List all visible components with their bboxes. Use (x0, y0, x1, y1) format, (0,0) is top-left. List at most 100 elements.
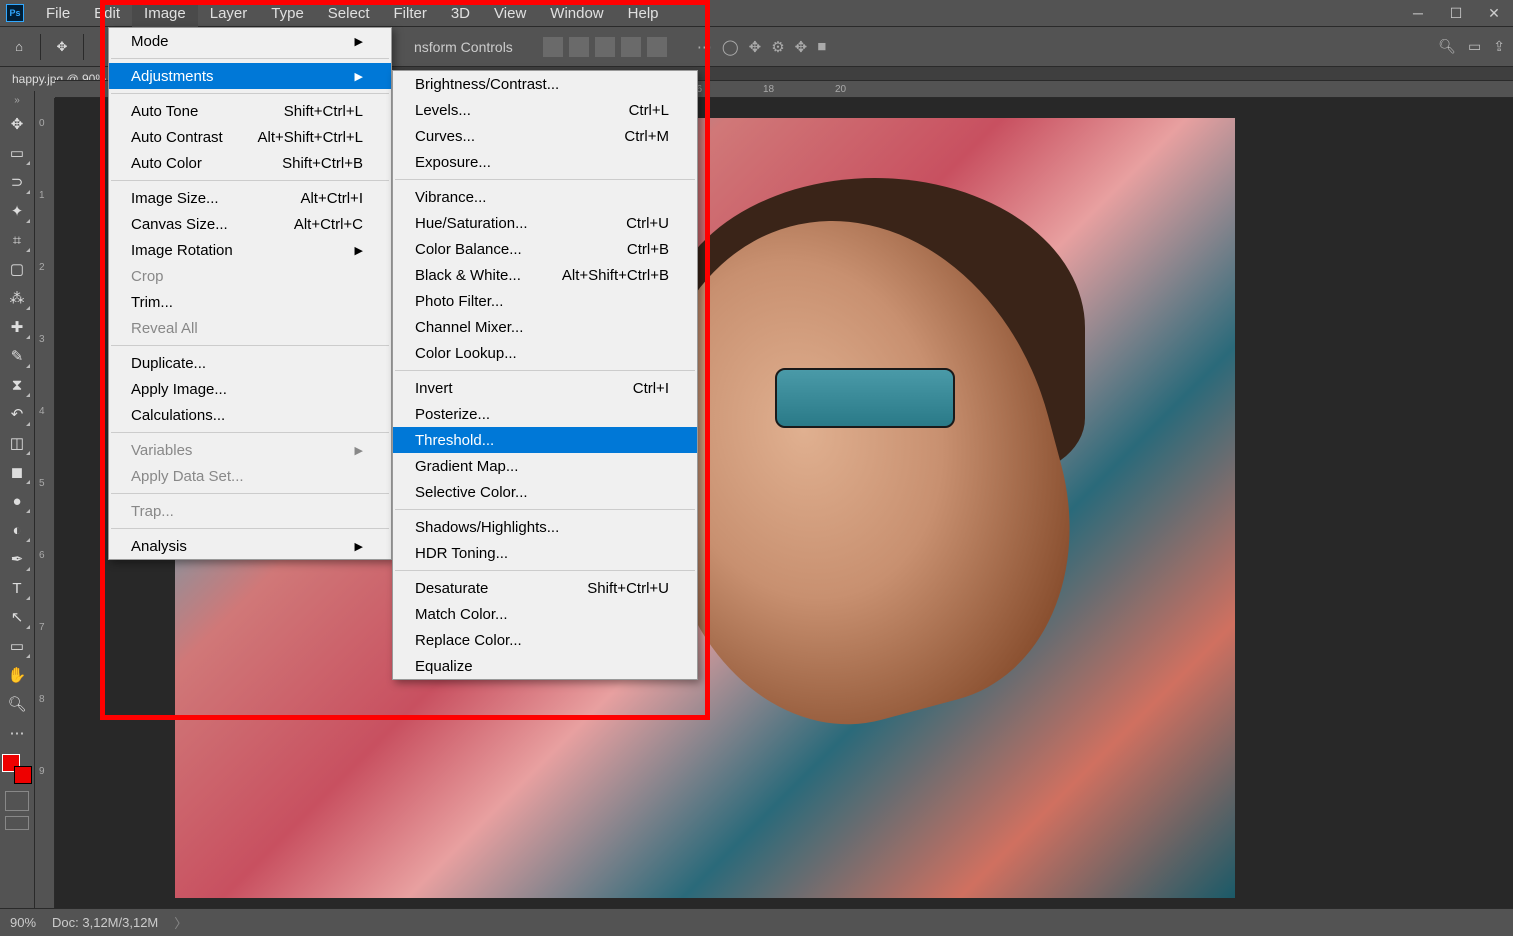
menu-help[interactable]: Help (616, 0, 671, 27)
option-icon[interactable]: ⋯ (697, 38, 712, 56)
option-icon[interactable]: ✥ (749, 38, 762, 56)
image-menu-apply-image[interactable]: Apply Image... (109, 376, 391, 402)
adjust-menu-shadows-highlights[interactable]: Shadows/Highlights... (393, 514, 697, 540)
adjust-menu-desaturate[interactable]: DesaturateShift+Ctrl+U (393, 575, 697, 601)
minimize-button[interactable]: ─ (1399, 5, 1437, 22)
history-tool[interactable]: ↶ (2, 400, 32, 428)
image-menu-calculations[interactable]: Calculations... (109, 402, 391, 428)
marquee-tool[interactable]: ▭ (2, 139, 32, 167)
menu-item-shortcut: Ctrl+B (597, 241, 669, 258)
image-menu-adjustments[interactable]: Adjustments▶ (109, 63, 391, 89)
frame-tool[interactable]: ▢ (2, 255, 32, 283)
share-icon[interactable]: ⇪ (1493, 38, 1505, 55)
background-swatch[interactable] (14, 766, 32, 784)
status-chevron-icon[interactable]: 〉 (174, 913, 187, 932)
path-tool[interactable]: ↖ (2, 603, 32, 631)
dodge-tool[interactable]: ◐ (2, 516, 32, 544)
adjust-menu-color-balance[interactable]: Color Balance...Ctrl+B (393, 236, 697, 262)
maximize-button[interactable]: ☐ (1437, 5, 1475, 22)
close-button[interactable]: ✕ (1475, 5, 1513, 22)
image-menu-analysis[interactable]: Analysis▶ (109, 533, 391, 559)
menu-3d[interactable]: 3D (439, 0, 482, 27)
adjust-menu-replace-color[interactable]: Replace Color... (393, 627, 697, 653)
option-icon[interactable]: ✥ (795, 38, 808, 56)
menu-window[interactable]: Window (538, 0, 615, 27)
image-menu-image-rotation[interactable]: Image Rotation▶ (109, 237, 391, 263)
adjust-menu-threshold[interactable]: Threshold... (393, 427, 697, 453)
adjust-menu-exposure[interactable]: Exposure... (393, 149, 697, 175)
gradient-tool[interactable]: ◼ (2, 458, 32, 486)
option-icon[interactable]: ◯ (722, 38, 739, 56)
menu-image[interactable]: Image (132, 0, 198, 27)
menu-layer[interactable]: Layer (198, 0, 260, 27)
image-menu-auto-contrast[interactable]: Auto ContrastAlt+Shift+Ctrl+L (109, 124, 391, 150)
align-icon[interactable] (621, 37, 641, 57)
doc-size[interactable]: Doc: 3,12M/3,12M (52, 915, 158, 930)
image-menu-auto-color[interactable]: Auto ColorShift+Ctrl+B (109, 150, 391, 176)
align-icon[interactable] (543, 37, 563, 57)
move-tool-icon[interactable]: ✥ (51, 36, 73, 58)
eyedropper-tool[interactable]: ⁂ (2, 284, 32, 312)
adjust-menu-gradient-map[interactable]: Gradient Map... (393, 453, 697, 479)
image-menu-trim[interactable]: Trim... (109, 289, 391, 315)
eraser-tool[interactable]: ◫ (2, 429, 32, 457)
option-icon[interactable]: ■ (817, 38, 826, 56)
menu-select[interactable]: Select (316, 0, 382, 27)
lasso-tool[interactable]: ⊃ (2, 168, 32, 196)
home-icon[interactable]: ⌂ (8, 36, 30, 58)
adjust-menu-invert[interactable]: InvertCtrl+I (393, 375, 697, 401)
adjust-menu-match-color[interactable]: Match Color... (393, 601, 697, 627)
adjust-menu-hue-saturation[interactable]: Hue/Saturation...Ctrl+U (393, 210, 697, 236)
adjust-menu-hdr-toning[interactable]: HDR Toning... (393, 540, 697, 566)
menu-type[interactable]: Type (259, 0, 316, 27)
stamp-tool[interactable]: ⧗ (2, 371, 32, 399)
hand-tool[interactable]: ✋ (2, 661, 32, 689)
option-icon[interactable]: ⚙ (771, 38, 784, 56)
menu-item-shortcut: Shift+Ctrl+U (557, 580, 669, 597)
screen-mode-icon[interactable] (5, 816, 29, 830)
adjust-menu-vibrance[interactable]: Vibrance... (393, 184, 697, 210)
pen-tool[interactable]: ✒ (2, 545, 32, 573)
align-icon[interactable] (569, 37, 589, 57)
image-menu-duplicate[interactable]: Duplicate... (109, 350, 391, 376)
blur-tool[interactable]: ● (2, 487, 32, 515)
adjust-menu-equalize[interactable]: Equalize (393, 653, 697, 679)
align-icon[interactable] (595, 37, 615, 57)
image-menu-image-size[interactable]: Image Size...Alt+Ctrl+I (109, 185, 391, 211)
workspace-icon[interactable]: ▭ (1468, 38, 1481, 55)
menu-view[interactable]: View (482, 0, 538, 27)
more-tool[interactable]: ⋯ (2, 719, 32, 747)
adjust-menu-posterize[interactable]: Posterize... (393, 401, 697, 427)
search-icon[interactable]: 🔍︎ (1438, 38, 1456, 55)
adjust-menu-brightness-contrast[interactable]: Brightness/Contrast... (393, 71, 697, 97)
menu-item-label: Photo Filter... (415, 293, 503, 310)
heal-tool[interactable]: ✚ (2, 313, 32, 341)
adjust-menu-channel-mixer[interactable]: Channel Mixer... (393, 314, 697, 340)
color-swatches[interactable] (2, 754, 32, 784)
adjust-menu-selective-color[interactable]: Selective Color... (393, 479, 697, 505)
zoom-tool[interactable]: 🔍︎ (2, 690, 32, 718)
menu-file[interactable]: File (34, 0, 82, 27)
menu-filter[interactable]: Filter (382, 0, 439, 27)
brush-tool[interactable]: ✎ (2, 342, 32, 370)
adjust-menu-color-lookup[interactable]: Color Lookup... (393, 340, 697, 366)
type-tool[interactable]: T (2, 574, 32, 602)
adjust-menu-black-white[interactable]: Black & White...Alt+Shift+Ctrl+B (393, 262, 697, 288)
zoom-level[interactable]: 90% (10, 915, 36, 930)
quick-mask-icon[interactable] (5, 791, 29, 811)
adjust-menu-levels[interactable]: Levels...Ctrl+L (393, 97, 697, 123)
toolbox-expand-icon[interactable]: » (14, 95, 20, 109)
image-menu-auto-tone[interactable]: Auto ToneShift+Ctrl+L (109, 98, 391, 124)
menu-edit[interactable]: Edit (82, 0, 132, 27)
menubar: Ps FileEditImageLayerTypeSelectFilter3DV… (0, 0, 1513, 27)
adjust-menu-curves[interactable]: Curves...Ctrl+M (393, 123, 697, 149)
rect-tool[interactable]: ▭ (2, 632, 32, 660)
move-tool[interactable]: ✥ (2, 110, 32, 138)
align-icon[interactable] (647, 37, 667, 57)
crop-tool[interactable]: ⌗ (2, 226, 32, 254)
image-menu-canvas-size[interactable]: Canvas Size...Alt+Ctrl+C (109, 211, 391, 237)
wand-tool[interactable]: ✦ (2, 197, 32, 225)
adjust-menu-photo-filter[interactable]: Photo Filter... (393, 288, 697, 314)
ruler-tick: 8 (39, 694, 45, 705)
image-menu-mode[interactable]: Mode▶ (109, 28, 391, 54)
